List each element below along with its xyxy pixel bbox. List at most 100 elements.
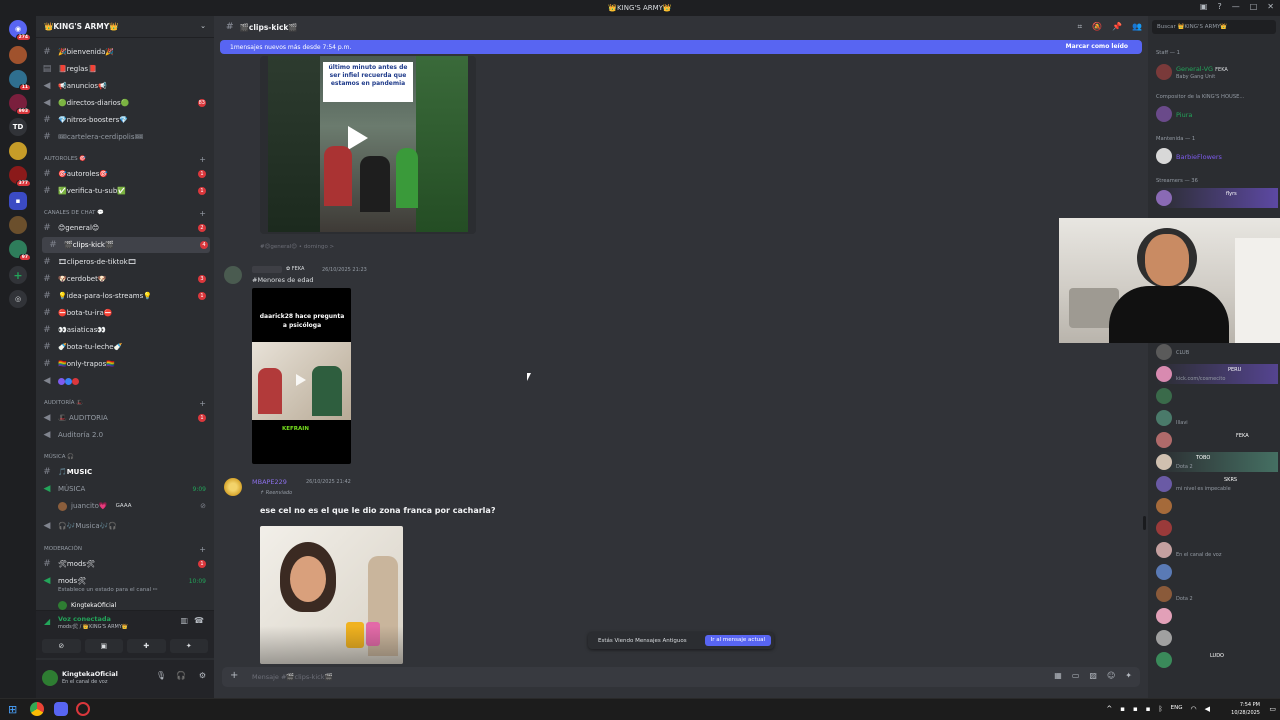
channel-item[interactable]: # ✅verifica-tu-sub✅ 1 — [36, 183, 214, 199]
microphone-icon[interactable]: 🎙 — [156, 671, 166, 680]
member-item[interactable]: FEKA — [1156, 430, 1278, 450]
channel-item[interactable]: # 🐶cerdobet🐶 3 — [36, 271, 214, 287]
channel-item[interactable]: # 💡idea-para-los-streams💡 1 — [36, 288, 214, 304]
windows-start-icon[interactable]: ⊞ — [8, 703, 17, 716]
channel-item[interactable]: ◀ 🎩 AUDITORIA 1 — [36, 410, 214, 426]
new-messages-bar[interactable]: 1mensajes nuevos más desde 7:54 p.m. Mar… — [220, 40, 1142, 54]
server-icon-kings-army[interactable] — [9, 216, 27, 234]
voice-user[interactable]: juancito💗 GAAA ⊘ — [56, 498, 206, 514]
channel-item[interactable]: # 👀asiaticas👀 — [36, 322, 214, 338]
threads-icon[interactable]: ⌗ — [1078, 22, 1083, 32]
pin-icon[interactable]: 📌 — [1112, 22, 1122, 32]
user-name[interactable]: KingtekaOficial — [62, 670, 118, 678]
member-item[interactable]: LUDO — [1156, 650, 1278, 670]
help-icon[interactable]: ? — [1217, 2, 1221, 11]
chevron-up-icon[interactable]: ^ — [1106, 705, 1112, 713]
member-item[interactable] — [1156, 606, 1278, 626]
category-moderacion[interactable]: MODERACIÓN + — [44, 545, 206, 554]
bluetooth-icon[interactable]: ᛒ — [1158, 705, 1162, 713]
disconnect-icon[interactable]: ☎ — [194, 616, 204, 625]
channel-item[interactable]: ◀ 📢anuncios📢 — [36, 78, 214, 94]
app-taskbar-icon[interactable] — [76, 702, 90, 716]
member-item[interactable]: BarbieFlowers — [1156, 146, 1278, 166]
close-button[interactable]: ✕ — [1267, 2, 1274, 11]
forward-source-link[interactable]: #😊general😊 • domingo > — [260, 244, 334, 250]
channel-item[interactable]: # 🎯autoroles🎯 1 — [36, 166, 214, 182]
channel-item[interactable]: # 🎵MUSIC — [36, 464, 214, 480]
maximize-button[interactable]: □ — [1250, 2, 1258, 11]
server-icon[interactable] — [9, 142, 27, 160]
member-item[interactable]: SKRS mi nivel es impecable — [1156, 474, 1278, 494]
category-auditoria[interactable]: AUDITORÍA 🎩 + — [44, 399, 206, 408]
member-item[interactable]: flyrs — [1156, 188, 1278, 208]
plus-icon[interactable]: + — [199, 399, 206, 408]
discord-taskbar-icon[interactable] — [54, 702, 68, 716]
emoji-icon[interactable]: ☺ — [1107, 671, 1115, 680]
tray-app-icon[interactable]: ▪ — [1133, 705, 1138, 713]
server-folder[interactable]: ▪ — [9, 192, 27, 210]
channel-item[interactable]: # 🎉bienvenida🎉 — [36, 44, 214, 60]
voice-location[interactable]: mods🛠 / 👑KING'S ARMY👑 — [58, 624, 128, 630]
noise-suppression-icon[interactable]: ▥ — [180, 616, 188, 625]
member-item[interactable]: Dota 2 — [1156, 584, 1278, 604]
home-button[interactable]: ◉ 274 — [9, 20, 31, 41]
channel-item[interactable]: # 🎟cartelera-cerdipolis🎟 — [36, 129, 214, 145]
discover-button[interactable]: ◎ — [9, 290, 27, 308]
play-icon[interactable] — [296, 374, 306, 386]
member-item[interactable] — [1156, 386, 1278, 406]
plus-icon[interactable]: + — [199, 545, 206, 554]
mark-as-read-button[interactable]: Marcar como leído — [1066, 43, 1128, 50]
message-input[interactable] — [252, 670, 952, 684]
member-item[interactable]: PERU kick.com/cosmecito — [1156, 364, 1278, 384]
member-item[interactable]: CLUB — [1156, 342, 1278, 362]
member-item[interactable]: Piura — [1156, 104, 1278, 124]
member-item[interactable] — [1156, 628, 1278, 648]
category-musica[interactable]: MÚSICA 🎧 — [44, 454, 206, 460]
voice-channel[interactable]: ◀ MÚSICA 9:09 — [36, 481, 214, 497]
tray-app-icon[interactable]: ▪ — [1120, 705, 1125, 713]
chat-scrollbar[interactable] — [1143, 516, 1146, 530]
username[interactable]: MBAPE229 — [252, 478, 287, 486]
channel-item[interactable]: # 😊general😊 2 — [36, 220, 214, 236]
play-icon[interactable] — [348, 126, 368, 150]
clock[interactable]: 7:54 PM 10/28/2025 — [1231, 701, 1260, 717]
category-chat[interactable]: CANALES DE CHAT 💬 + — [44, 209, 206, 218]
channel-item[interactable]: # 💎nitros-boosters💎 — [36, 112, 214, 128]
camera-off-button[interactable]: ⊘ — [42, 639, 81, 653]
voice-channel-users[interactable]: ◀ — [36, 373, 214, 389]
lang-indicator[interactable]: ENG — [1171, 705, 1183, 713]
notifications-icon[interactable]: ▭ — [1269, 705, 1276, 713]
member-item[interactable] — [1156, 562, 1278, 582]
server-icon[interactable]: 11 — [9, 70, 31, 91]
channel-status-hint[interactable]: Establece un estado para el canal ✏ — [58, 587, 158, 593]
image-attachment[interactable] — [260, 526, 403, 664]
channel-item[interactable]: # 🎞cliperos-de-tiktok🎞 — [36, 254, 214, 270]
search-input[interactable]: Buscar 👑KING'S ARMY👑 — [1152, 20, 1276, 34]
soundboard-button[interactable]: ✦ — [169, 639, 208, 653]
channel-item-selected[interactable]: # 🎬clips-kick🎬 4 — [42, 237, 210, 253]
server-header[interactable]: 👑KING'S ARMY👑 ⌄ — [36, 16, 214, 38]
apps-icon[interactable]: ✦ — [1125, 671, 1132, 680]
server-icon[interactable] — [9, 46, 27, 64]
username-redacted[interactable] — [252, 266, 282, 273]
server-icon[interactable]: TD — [9, 118, 27, 136]
plus-icon[interactable]: + — [230, 670, 238, 681]
volume-icon[interactable]: ◀ — [1205, 705, 1210, 713]
channel-item[interactable]: # ⛔bota-tu-ira⛔ — [36, 305, 214, 321]
gif-icon[interactable]: ▭ — [1072, 671, 1080, 680]
chrome-icon[interactable] — [30, 702, 44, 716]
channel-item[interactable]: # 🛠mods🛠 1 — [36, 556, 214, 572]
server-icon[interactable]: 377 — [9, 166, 31, 187]
headphones-icon[interactable]: 🎧 — [176, 671, 186, 680]
jump-to-present-button[interactable]: Ir al mensaje actual — [704, 635, 771, 646]
channel-item[interactable]: # 🍼bota-tu-leche🍼 — [36, 339, 214, 355]
avatar[interactable] — [42, 670, 58, 686]
channel-item[interactable]: ◀ 🟢directos-diarios🟢 83 — [36, 95, 214, 111]
inbox-icon[interactable]: ▣ — [1200, 2, 1208, 11]
member-item[interactable] — [1156, 496, 1278, 516]
server-icon[interactable]: 97 — [9, 240, 31, 261]
tray-app-icon[interactable]: ▪ — [1146, 705, 1151, 713]
notification-icon[interactable]: 🔕 — [1092, 22, 1102, 32]
channel-item[interactable]: ◀ Auditoría 2.0 — [36, 427, 214, 443]
member-item[interactable]: En el canal de voz — [1156, 540, 1278, 560]
